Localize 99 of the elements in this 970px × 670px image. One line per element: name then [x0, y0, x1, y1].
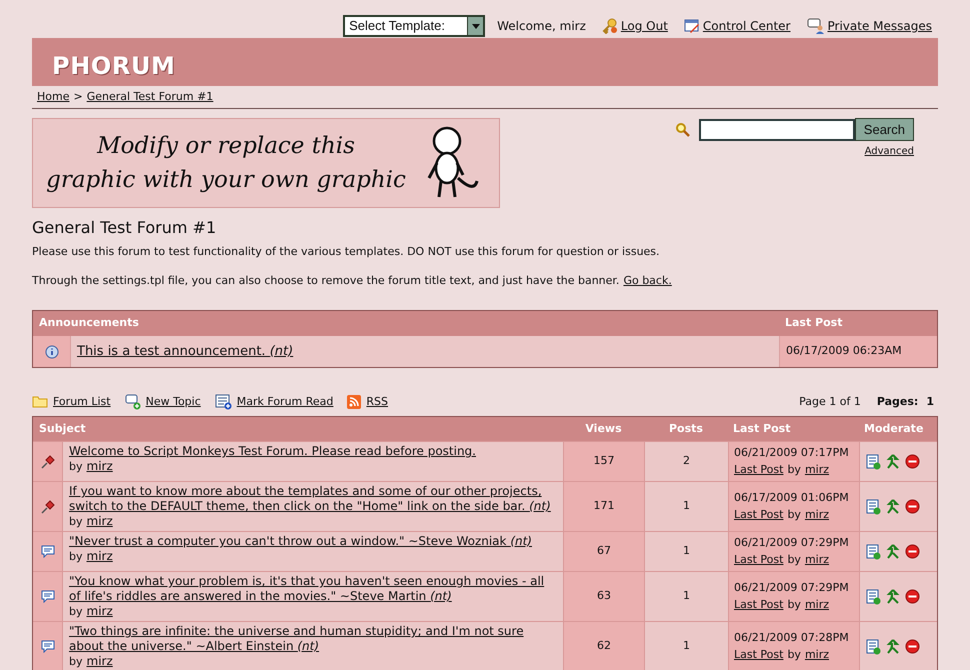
announcement-link[interactable]: This is a test announcement. (nt)	[77, 342, 294, 362]
header-link[interactable]: Control Center	[702, 17, 790, 35]
action-link[interactable]: RSS	[366, 394, 388, 410]
rss-icon	[347, 394, 362, 409]
delete-icon[interactable]	[905, 544, 920, 559]
delete-icon[interactable]	[905, 499, 920, 514]
topic-link[interactable]: "Two things are infinite: the universe and human stupidity; and I'm not sure about the universe." ~Albert Einstein (nt)	[69, 624, 557, 654]
author-link[interactable]: mirz	[86, 514, 113, 529]
form-edit-icon	[684, 18, 700, 34]
action-link[interactable]: Forum List	[53, 394, 111, 410]
search-button[interactable]: Search	[854, 118, 914, 141]
speech-bubble-icon	[40, 640, 54, 653]
delete-icon[interactable]	[905, 639, 920, 654]
banner-text: graphic with your own graphic	[46, 166, 406, 195]
speech-bubble-icon	[40, 590, 54, 603]
search-field[interactable]	[698, 118, 855, 140]
author-link[interactable]: mirz	[86, 604, 113, 619]
column-header: Last Post	[784, 315, 844, 332]
split-arrow-icon[interactable]	[886, 638, 900, 654]
breadcrumb-link[interactable]: Home	[37, 88, 70, 106]
author-link[interactable]: mirz	[804, 462, 830, 478]
delete-icon[interactable]	[905, 454, 920, 469]
topic-link[interactable]: "Never trust a computer you can't throw out a window." ~Steve Wozniak (nt)	[69, 534, 557, 549]
banner-text: Modify or replace this	[97, 132, 355, 161]
last-post-link[interactable]: Last Post	[734, 646, 784, 663]
table-cell: 157	[563, 442, 644, 481]
table-cell: 62	[563, 622, 644, 670]
pushpin-icon	[40, 454, 56, 470]
by-text: by	[69, 459, 82, 474]
pages-label: Pages:	[876, 394, 918, 410]
search-icon	[674, 122, 691, 138]
action-link[interactable]: Mark Forum Read	[236, 394, 334, 410]
author-link[interactable]: mirz	[804, 506, 830, 523]
action-link[interactable]: New Topic	[146, 394, 201, 410]
forum-note: Through the settings.tpl file, you can also choose to remove the forum title text, and just have the banner.	[32, 272, 620, 288]
header-link[interactable]: Log Out	[620, 17, 668, 35]
author-link[interactable]: mirz	[86, 549, 113, 564]
page-count: Page 1 of 1	[799, 394, 861, 410]
last-post-date: 06/21/2009 07:29PM	[734, 535, 850, 551]
author-link[interactable]: mirz	[804, 646, 830, 663]
chat-person-icon	[806, 18, 824, 34]
column-header: Posts	[668, 420, 704, 437]
advanced-search-link[interactable]: Advanced	[864, 146, 914, 157]
last-post-date: 06/21/2009 07:28PM	[734, 630, 850, 646]
last-post-date: 06/17/2009 01:06PM	[734, 490, 850, 506]
by-text: by	[787, 462, 801, 478]
column-header: Announcements	[38, 315, 140, 332]
table-cell: 63	[563, 572, 644, 621]
table-cell: 67	[563, 532, 644, 571]
forum-title: General Test Forum #1	[32, 217, 218, 239]
column-header: Views	[584, 420, 623, 437]
dropdown-arrow-icon	[472, 24, 480, 28]
topic-link[interactable]: "You know what your problem is, it's that you haven't seen enough movies - all of life's riddles are answered in the movies." ~Steve Martin (nt)	[69, 574, 557, 604]
topic-link[interactable]: If you want to know more about the templates and some of our other projects, switch to the DEFAULT theme, then click on the "Home" link on the side bar. (nt)	[69, 484, 557, 514]
template-select[interactable]: Select Template:	[343, 15, 486, 37]
author-link[interactable]: mirz	[804, 552, 830, 568]
speech-bubble-icon	[40, 545, 54, 558]
by-text: by	[69, 549, 82, 564]
by-text: by	[69, 604, 82, 619]
welcome-text: Welcome, mirz	[497, 18, 586, 35]
chat-plus-icon	[124, 394, 141, 410]
table-cell: 06/17/2009 06:23AM	[779, 336, 937, 367]
split-arrow-icon[interactable]	[886, 454, 900, 470]
last-post-link[interactable]: Last Post	[734, 552, 784, 568]
last-post-link[interactable]: Last Post	[734, 506, 784, 523]
by-text: by	[69, 514, 82, 529]
author-link[interactable]: mirz	[86, 654, 113, 669]
split-arrow-icon[interactable]	[886, 588, 900, 604]
last-post-link[interactable]: Last Post	[734, 462, 784, 478]
author-link[interactable]: mirz	[86, 459, 113, 474]
document-plus-icon	[214, 394, 232, 410]
table-cell: 171	[563, 482, 644, 531]
last-post-date: 06/21/2009 07:17PM	[734, 445, 850, 461]
column-header: Moderate	[863, 420, 924, 437]
column-header: Last Post	[732, 420, 792, 437]
by-text: by	[69, 654, 82, 669]
site-logo: PHORUM	[52, 51, 176, 82]
header-link[interactable]: Private Messages	[828, 17, 932, 35]
delete-icon[interactable]	[905, 589, 920, 604]
key-icon	[602, 18, 618, 34]
last-post-date: 06/21/2009 07:29PM	[734, 580, 850, 596]
by-text: by	[787, 552, 801, 568]
author-link[interactable]: mirz	[804, 596, 830, 613]
pushpin-icon	[40, 498, 56, 514]
by-text: by	[787, 646, 801, 662]
breadcrumb-link[interactable]: General Test Forum #1	[86, 88, 214, 106]
go-back-link[interactable]: Go back.	[623, 272, 672, 289]
forum-description: Please use this forum to test functionality of the various templates. DO NOT use this forum for question or issues.	[32, 244, 661, 260]
current-page: 1	[926, 394, 934, 410]
by-text: by	[787, 596, 801, 612]
breadcrumb-separator: >	[73, 88, 83, 105]
column-header: Subject	[38, 420, 87, 437]
info-icon	[44, 344, 58, 358]
split-arrow-icon[interactable]	[886, 498, 900, 514]
by-text: by	[787, 506, 801, 522]
split-arrow-icon[interactable]	[886, 544, 900, 560]
folder-icon	[32, 395, 48, 408]
topic-link[interactable]: Welcome to Script Monkeys Test Forum. Please read before posting.	[69, 444, 557, 459]
last-post-link[interactable]: Last Post	[734, 596, 784, 613]
